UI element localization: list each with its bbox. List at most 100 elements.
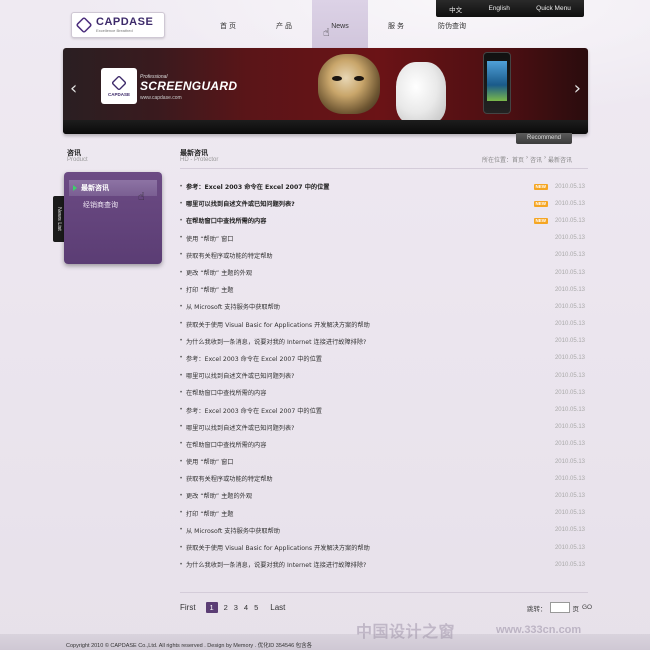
news-row[interactable]: • 从 Microsoft 支持服务中获取帮助 2010.05.13 xyxy=(180,522,588,539)
pagination-first[interactable]: First xyxy=(180,603,196,612)
news-date: 2010.05.13 xyxy=(554,269,585,276)
nav-item-news[interactable]: News xyxy=(312,0,368,48)
breadcrumb-news[interactable]: 咨讯 xyxy=(530,155,542,164)
news-row[interactable]: • 在帮助窗口中查找所需的内容 2010.05.13 xyxy=(180,384,588,401)
news-date: 2010.05.13 xyxy=(554,407,585,414)
mask-right-eye xyxy=(354,76,364,81)
news-row[interactable]: • 获取有关程序或功能的特定帮助 2010.05.13 xyxy=(180,470,588,487)
divider xyxy=(180,592,588,593)
nav-item-products[interactable]: 产 品 xyxy=(256,0,312,48)
news-row[interactable]: • 打印 “帮助” 主题 2010.05.13 xyxy=(180,281,588,298)
nav-item-service[interactable]: 服 务 xyxy=(368,0,424,48)
news-row[interactable]: • 哪里可以找到自述文件或已知问题列表? 2010.05.13 xyxy=(180,419,588,436)
news-title[interactable]: 更改 “帮助” 主题的外观 xyxy=(186,491,548,500)
active-triangle-icon xyxy=(73,185,77,191)
news-row[interactable]: • 在帮助窗口中查找所需的内容 NEW 2010.05.13 xyxy=(180,212,588,229)
news-date: 2010.05.13 xyxy=(554,441,585,448)
language-english-link[interactable]: English xyxy=(488,5,509,12)
news-title[interactable]: 为什么我收到一条消息，说要对我的 Internet 连接进行故障排除? xyxy=(186,560,548,569)
pagination-page-4[interactable]: 4 xyxy=(244,603,248,612)
news-title[interactable]: 从 Microsoft 支持服务中获取帮助 xyxy=(186,302,548,311)
banner-prev-arrow-icon[interactable]: ‹ xyxy=(70,78,77,99)
news-title[interactable]: 哪里可以找到自述文件或已知问题列表? xyxy=(186,199,528,208)
pagination-last[interactable]: Last xyxy=(270,603,285,612)
news-list-tab[interactable]: News List xyxy=(53,196,64,242)
breadcrumb: 所在位置：首页 › 咨讯 › 最新咨讯 xyxy=(482,155,572,164)
news-row[interactable]: • 使用 “帮助” 窗口 2010.05.13 xyxy=(180,230,588,247)
jump-unit: 页 xyxy=(572,605,580,613)
site-logo[interactable]: CAPDASE Excellence Breathed xyxy=(71,12,165,38)
news-title[interactable]: 在帮助窗口中查找所需的内容 xyxy=(186,440,548,449)
news-title[interactable]: 在帮助窗口中查找所需的内容 xyxy=(186,216,528,225)
news-title[interactable]: 使用 “帮助” 窗口 xyxy=(186,457,548,466)
breadcrumb-location-home[interactable]: 所在位置：首页 xyxy=(482,155,524,164)
news-title[interactable]: 获取有关程序或功能的特定帮助 xyxy=(186,474,548,483)
banner-next-arrow-icon[interactable]: › xyxy=(574,78,581,99)
news-title[interactable]: 获取有关程序或功能的特定帮助 xyxy=(186,251,548,260)
news-title[interactable]: 获取关于使用 Visual Basic for Applications 开发解… xyxy=(186,543,548,552)
news-title[interactable]: 打印 “帮助” 主题 xyxy=(186,285,548,294)
news-title[interactable]: 打印 “帮助” 主题 xyxy=(186,509,548,518)
jump-go-button[interactable]: GO xyxy=(582,604,592,611)
jump-label: 跳转： xyxy=(527,605,547,613)
news-date: 2010.05.13 xyxy=(554,252,585,259)
news-row[interactable]: • 参考：Excel 2003 命令在 Excel 2007 中的位置 2010.0… xyxy=(180,401,588,418)
news-title[interactable]: 为什么我收到一条消息，说要对我的 Internet 连接进行故障排除? xyxy=(186,337,548,346)
news-title[interactable]: 在帮助窗口中查找所需的内容 xyxy=(186,388,548,397)
banner-logo-diamond-icon xyxy=(111,75,127,91)
pagination: First 1 2 3 4 5 Last xyxy=(180,602,285,613)
pagination-page-1[interactable]: 1 xyxy=(205,602,218,613)
news-date: 2010.05.13 xyxy=(554,355,585,362)
logo-tagline: Excellence Breathed xyxy=(96,28,133,33)
main-nav: 首 页 产 品 News 服 务 防伪查询 xyxy=(200,0,480,48)
news-row[interactable]: • 获取关于使用 Visual Basic for Applications 开发… xyxy=(180,539,588,556)
news-row[interactable]: • 获取关于使用 Visual Basic for Applications 开发… xyxy=(180,316,588,333)
news-date: 2010.05.13 xyxy=(554,424,585,431)
news-title[interactable]: 更改 “帮助” 主题的外观 xyxy=(186,268,548,277)
pagination-page-5[interactable]: 5 xyxy=(254,603,258,612)
nav-item-home[interactable]: 首 页 xyxy=(200,0,256,48)
sidebar-subtitle: Product xyxy=(67,157,88,163)
news-row[interactable]: • 参考：Excel 2003 命令在 Excel 2007 中的位置 2010.0… xyxy=(180,350,588,367)
sidebar-item-dealer-search[interactable]: 经销商查询 xyxy=(69,197,157,213)
news-title[interactable]: 从 Microsoft 支持服务中获取帮助 xyxy=(186,526,548,535)
news-date: 2010.05.13 xyxy=(554,475,585,482)
news-title[interactable]: 参考：Excel 2003 命令在 Excel 2007 中的位置 xyxy=(186,406,548,415)
news-row[interactable]: • 获取有关程序或功能的特定帮助 2010.05.13 xyxy=(180,247,588,264)
news-title[interactable]: 使用 “帮助” 窗口 xyxy=(186,234,548,243)
news-row[interactable]: • 在帮助窗口中查找所需的内容 2010.05.13 xyxy=(180,436,588,453)
news-row[interactable]: • 从 Microsoft 支持服务中获取帮助 2010.05.13 xyxy=(180,298,588,315)
news-title[interactable]: 参考：Excel 2003 命令在 Excel 2007 中的位置 xyxy=(186,182,528,191)
news-row[interactable]: • 为什么我收到一条消息，说要对我的 Internet 连接进行故障排除? 2010… xyxy=(180,333,588,350)
banner-logo-name: CAPDASE xyxy=(107,92,130,97)
logo-name: CAPDASE xyxy=(96,16,154,28)
news-title[interactable]: 获取关于使用 Visual Basic for Applications 开发解… xyxy=(186,320,548,329)
pagination-page-2[interactable]: 2 xyxy=(224,603,228,612)
news-title[interactable]: 哪里可以找到自述文件或已知问题列表? xyxy=(186,371,548,380)
news-row[interactable]: • 参考：Excel 2003 命令在 Excel 2007 中的位置 NEW 201… xyxy=(180,178,588,195)
quick-menu-link[interactable]: Quick Menu xyxy=(536,5,571,12)
news-date: 2010.05.13 xyxy=(554,286,585,293)
white-glove-image xyxy=(396,62,446,124)
news-title[interactable]: 哪里可以找到自述文件或已知问题列表? xyxy=(186,423,548,432)
news-date: 2010.05.13 xyxy=(554,544,585,551)
sidebar-item-latest-news[interactable]: 最新咨讯 xyxy=(69,180,157,196)
news-list: • 参考：Excel 2003 命令在 Excel 2007 中的位置 NEW 201… xyxy=(180,178,588,573)
news-row[interactable]: • 更改 “帮助” 主题的外观 2010.05.13 xyxy=(180,487,588,504)
news-row[interactable]: • 打印 “帮助” 主题 2010.05.13 xyxy=(180,505,588,522)
news-date: 2010.05.13 xyxy=(554,338,585,345)
news-row[interactable]: • 哪里可以找到自述文件或已知问题列表? 2010.05.13 xyxy=(180,367,588,384)
news-row[interactable]: • 哪里可以找到自述文件或已知问题列表? NEW 2010.05.13 xyxy=(180,195,588,212)
banner-shelf xyxy=(63,120,588,134)
news-row[interactable]: • 为什么我收到一条消息，说要对我的 Internet 连接进行故障排除? 2010… xyxy=(180,556,588,573)
jump-page-input[interactable] xyxy=(549,602,570,613)
news-title[interactable]: 参考：Excel 2003 命令在 Excel 2007 中的位置 xyxy=(186,354,548,363)
breadcrumb-latest-news: 最新咨讯 xyxy=(548,158,573,164)
breadcrumb-separator: › xyxy=(544,155,547,161)
news-row[interactable]: • 更改 “帮助” 主题的外观 2010.05.13 xyxy=(180,264,588,281)
pagination-page-3[interactable]: 3 xyxy=(234,603,238,612)
recommend-tab[interactable]: Recommend xyxy=(516,133,572,144)
new-badge: NEW xyxy=(533,200,548,207)
nav-item-anti-counterfeit[interactable]: 防伪查询 xyxy=(424,0,480,48)
news-row[interactable]: • 使用 “帮助” 窗口 2010.05.13 xyxy=(180,453,588,470)
